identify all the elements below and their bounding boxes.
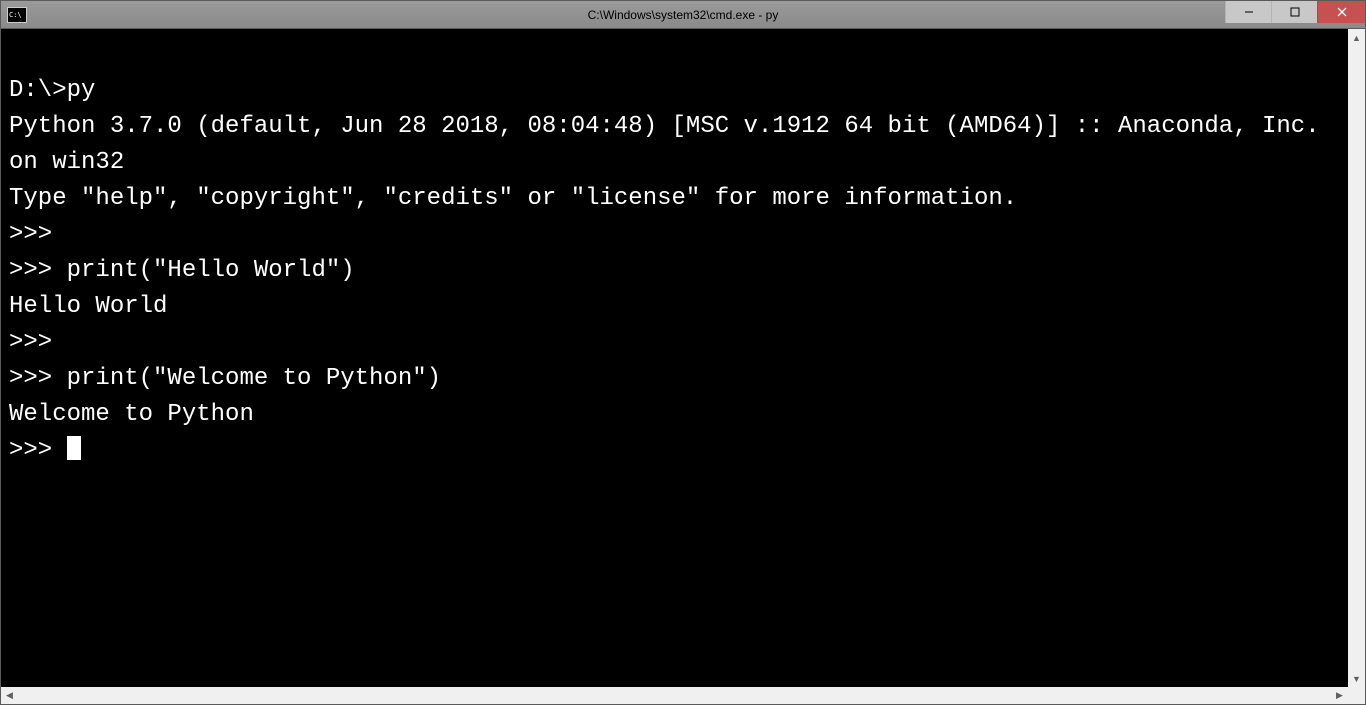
scroll-left-button[interactable]: ◀	[1, 687, 18, 704]
scroll-up-button[interactable]: ▲	[1348, 29, 1365, 46]
bottom-scroll-row: ◀ ▶	[1, 687, 1365, 704]
maximize-button[interactable]	[1271, 1, 1317, 23]
cmd-icon: C:\	[7, 7, 27, 23]
scrollbar-corner	[1348, 687, 1365, 704]
cursor	[67, 436, 81, 460]
window-title: C:\Windows\system32\cmd.exe - py	[588, 8, 779, 22]
minimize-button[interactable]	[1225, 1, 1271, 23]
terminal-area: D:\>py Python 3.7.0 (default, Jun 28 201…	[1, 29, 1365, 687]
horizontal-scrollbar[interactable]: ◀ ▶	[1, 687, 1348, 704]
window-controls	[1225, 1, 1365, 28]
close-button[interactable]	[1317, 1, 1365, 23]
scroll-track-vertical[interactable]	[1348, 46, 1365, 670]
titlebar[interactable]: C:\ C:\Windows\system32\cmd.exe - py	[1, 1, 1365, 29]
scroll-down-button[interactable]: ▼	[1348, 670, 1365, 687]
terminal-output[interactable]: D:\>py Python 3.7.0 (default, Jun 28 201…	[1, 29, 1348, 687]
scroll-right-button[interactable]: ▶	[1331, 687, 1348, 704]
vertical-scrollbar[interactable]: ▲ ▼	[1348, 29, 1365, 687]
cmd-window: C:\ C:\Windows\system32\cmd.exe - py D:\…	[0, 0, 1366, 705]
scroll-track-horizontal[interactable]	[18, 687, 1331, 704]
